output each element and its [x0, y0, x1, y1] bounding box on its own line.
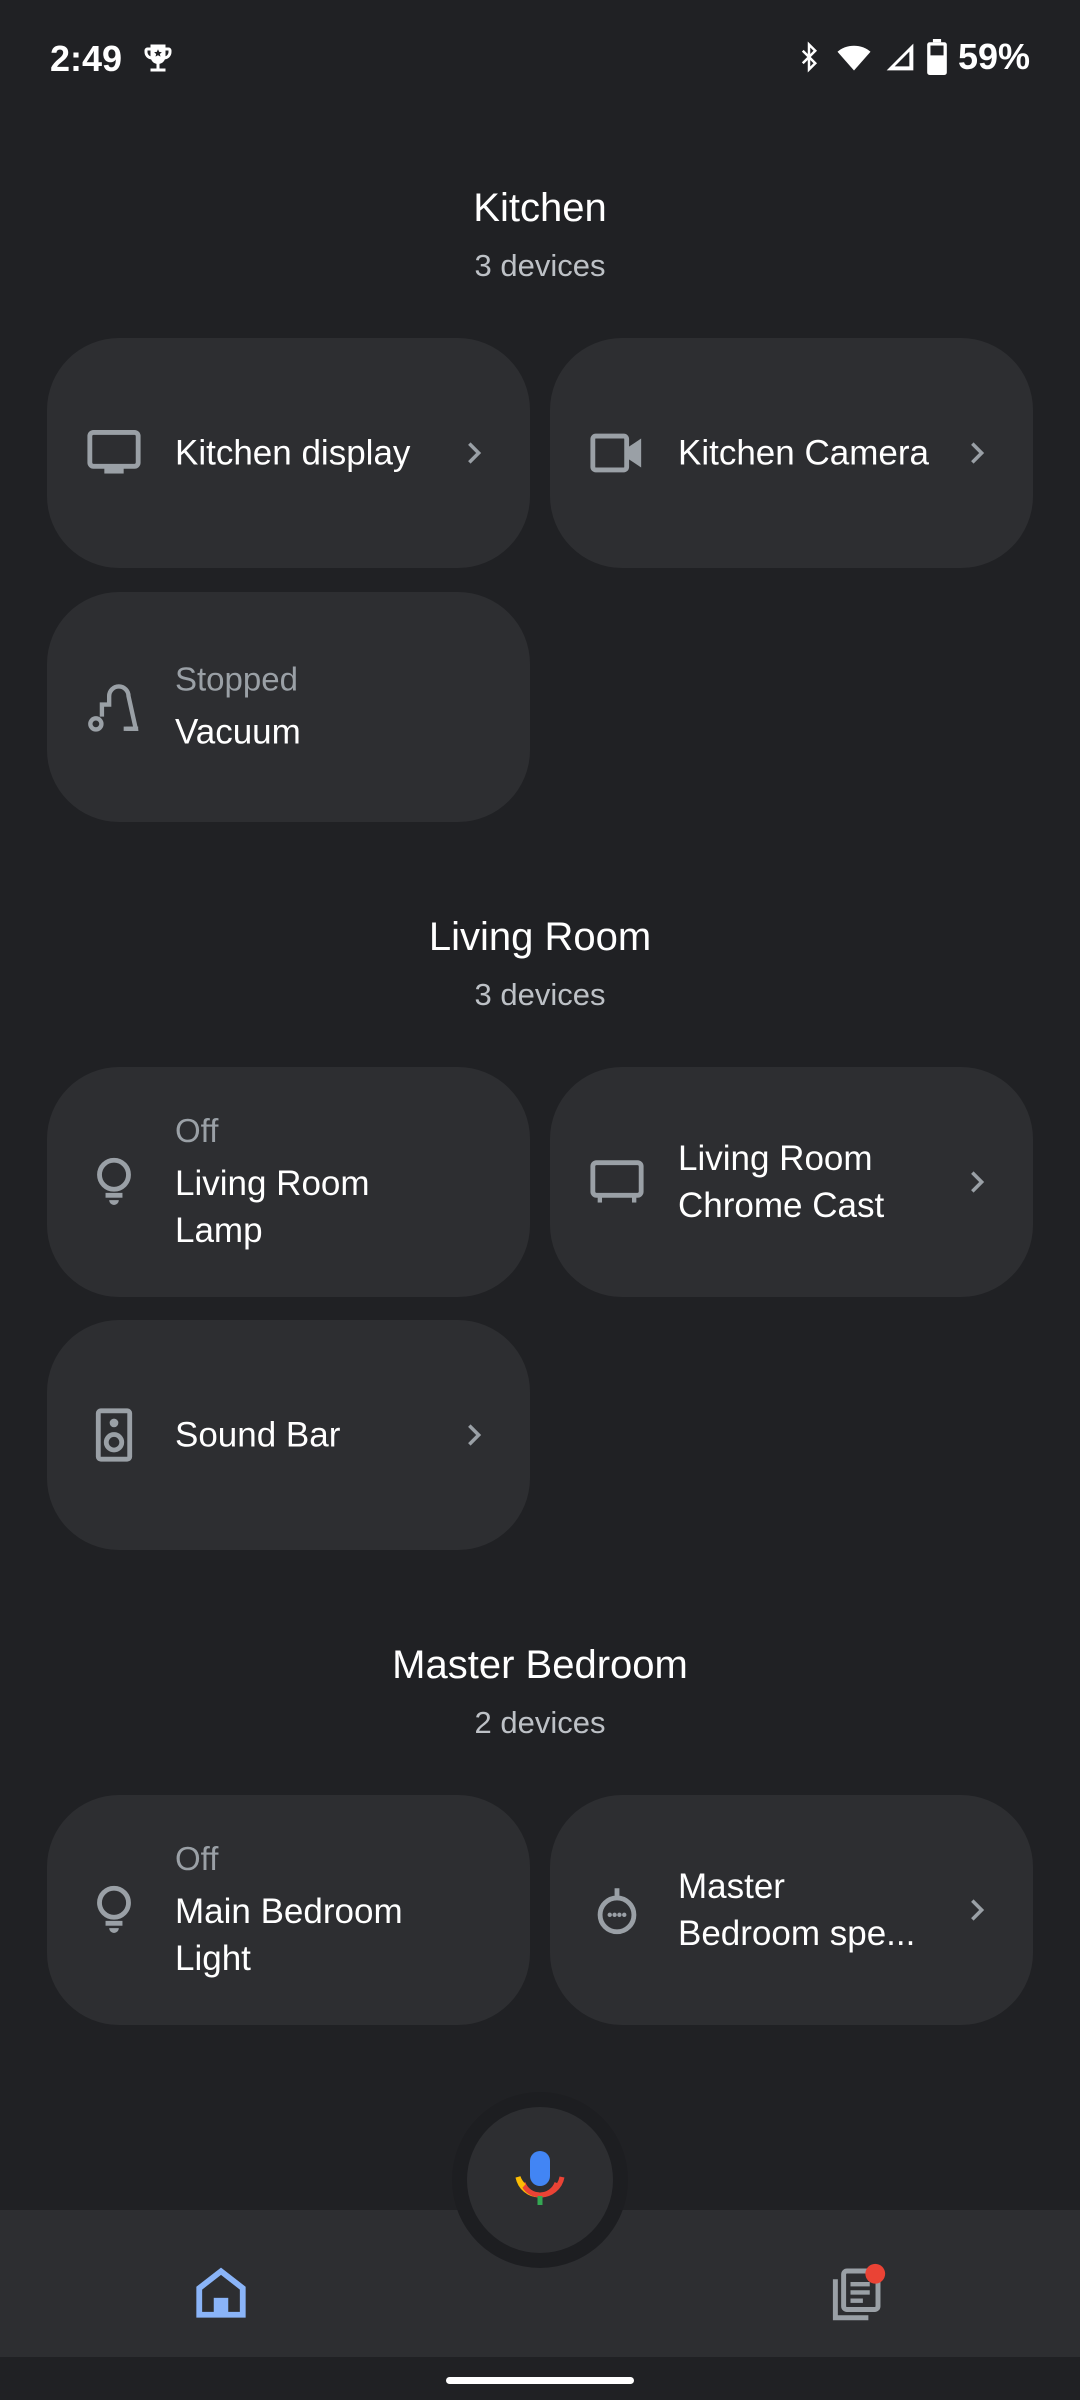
wifi-icon — [837, 45, 871, 71]
device-card-kitchen-camera[interactable]: Kitchen Camera — [550, 338, 1033, 568]
battery-percent: 59% — [957, 36, 1030, 77]
vacuum-icon — [88, 684, 139, 732]
device-status: Off — [175, 1112, 219, 1149]
section-header-master-bedroom: Master Bedroom 2 devices — [0, 1641, 1080, 1743]
chevron-right-icon — [468, 442, 482, 464]
home-icon[interactable] — [192, 2264, 250, 2322]
device-card-living-room-lamp[interactable]: Off Living Room Lamp — [47, 1067, 530, 1297]
chevron-right-icon — [971, 442, 985, 464]
cell-signal-icon — [886, 43, 914, 71]
device-name: Living Room Lamp — [175, 1164, 370, 1250]
status-icons: 59% — [794, 36, 1030, 78]
section-title: Kitchen — [473, 186, 607, 230]
feed-icon[interactable] — [823, 2260, 889, 2326]
device-status: Stopped — [175, 660, 298, 698]
section-title: Master Bedroom — [392, 1643, 688, 1687]
trophy-icon — [144, 44, 172, 72]
device-card-sound-bar[interactable]: Sound Bar — [47, 1320, 530, 1550]
device-card-main-bedroom-light[interactable]: Off Main Bedroom Light — [47, 1795, 530, 2025]
section-device-count: 3 devices — [474, 977, 606, 1012]
device-status: Off — [175, 1840, 219, 1877]
device-name: Kitchen display — [175, 433, 411, 473]
chevron-right-icon — [971, 1171, 985, 1193]
smart-speaker-icon — [597, 1888, 637, 1935]
device-card-vacuum[interactable]: Stopped Vacuum — [47, 592, 530, 822]
speaker-icon — [95, 1408, 133, 1462]
device-name: Master Bedroom spe... — [678, 1867, 916, 1953]
device-name: Sound Bar — [175, 1415, 341, 1455]
device-card-master-bedroom-speaker[interactable]: Master Bedroom spe... — [550, 1795, 1033, 2025]
device-card-kitchen-display[interactable]: Kitchen display — [47, 338, 530, 568]
lightbulb-icon — [97, 1885, 131, 1933]
device-card-living-room-chromecast[interactable]: Living Room Chrome Cast — [550, 1067, 1033, 1297]
tv-icon — [590, 1160, 644, 1203]
chevron-right-icon — [971, 1899, 985, 1921]
camera-icon — [590, 433, 642, 473]
display-icon — [87, 430, 141, 474]
device-name: Main Bedroom Light — [175, 1892, 403, 1978]
battery-icon — [927, 39, 947, 75]
chevron-right-icon — [468, 1424, 482, 1446]
microphone-icon — [515, 2151, 565, 2205]
device-name: Living Room Chrome Cast — [678, 1139, 885, 1225]
status-time: 2:49 — [50, 38, 123, 79]
status-bar: 2:49 59% — [0, 0, 1080, 120]
lightbulb-icon — [97, 1157, 131, 1205]
section-header-kitchen: Kitchen 3 devices — [0, 184, 1080, 286]
section-device-count: 3 devices — [474, 248, 606, 283]
bluetooth-icon — [801, 41, 817, 73]
gesture-navigation-area — [0, 2357, 1080, 2400]
device-name: Kitchen Camera — [678, 433, 929, 473]
device-name: Vacuum — [175, 712, 301, 752]
section-header-living-room: Living Room 3 devices — [0, 913, 1080, 1015]
notification-badge — [865, 2263, 886, 2284]
section-title: Living Room — [428, 915, 652, 959]
section-device-count: 2 devices — [474, 1705, 606, 1740]
home-gesture-handle[interactable] — [446, 2377, 634, 2384]
assistant-mic-button[interactable] — [467, 2107, 613, 2253]
